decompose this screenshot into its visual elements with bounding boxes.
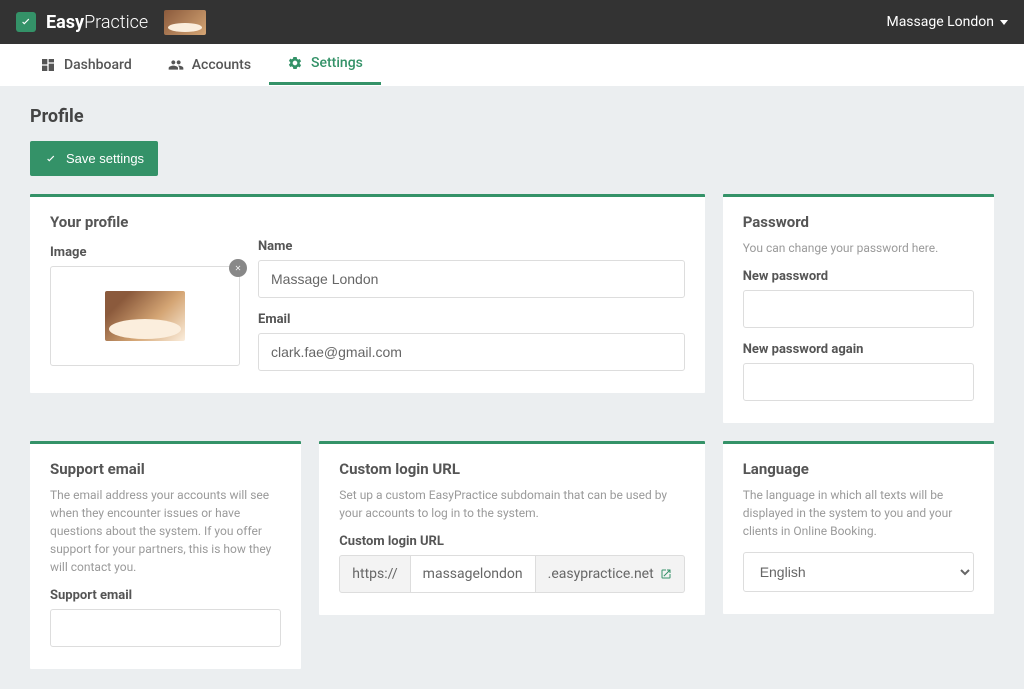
language-panel-desc: The language in which all texts will be …	[743, 486, 974, 540]
nav-dashboard-label: Dashboard	[64, 57, 132, 73]
external-link-icon	[660, 568, 672, 580]
custom-url-panel: Custom login URL Set up a custom EasyPra…	[319, 441, 704, 615]
close-icon	[234, 264, 242, 272]
language-panel-title: Language	[743, 460, 974, 478]
url-panel-title: Custom login URL	[339, 460, 684, 478]
url-input-group: https:// massagelondon .easypractice.net	[339, 555, 684, 593]
url-protocol: https://	[339, 555, 410, 593]
password-panel-title: Password	[743, 213, 974, 231]
brand-logo-icon	[16, 12, 36, 32]
profile-panel-title: Your profile	[50, 213, 685, 231]
image-label: Image	[50, 245, 240, 260]
gear-icon	[287, 55, 303, 71]
brand-profile-thumb	[164, 10, 206, 35]
save-settings-button[interactable]: Save settings	[30, 141, 158, 176]
password-panel-desc: You can change your password here.	[743, 239, 974, 257]
nav-settings-label: Settings	[311, 55, 363, 71]
nav-accounts-label: Accounts	[192, 57, 251, 73]
support-email-label: Support email	[50, 588, 281, 603]
email-label: Email	[258, 312, 685, 327]
url-subdomain-input[interactable]: massagelondon	[411, 555, 536, 593]
support-panel-desc: The email address your accounts will see…	[50, 486, 281, 576]
brand: EasyPractice	[16, 10, 206, 35]
language-panel: Language The language in which all texts…	[723, 441, 994, 614]
brand-name: EasyPractice	[46, 12, 148, 33]
new-password-again-label: New password again	[743, 342, 974, 357]
panel-grid: Your profile Image Name Email	[30, 194, 994, 669]
nav-dashboard[interactable]: Dashboard	[22, 44, 150, 85]
profile-image-thumb	[105, 291, 185, 341]
custom-url-label: Custom login URL	[339, 534, 684, 549]
navbar: Dashboard Accounts Settings	[0, 44, 1024, 86]
language-select[interactable]: English	[743, 552, 974, 592]
page: Profile Save settings Your profile Image	[0, 86, 1024, 689]
support-panel: Support email The email address your acc…	[30, 441, 301, 669]
url-domain[interactable]: .easypractice.net	[536, 555, 685, 593]
url-panel-desc: Set up a custom EasyPractice subdomain t…	[339, 486, 684, 522]
account-name: Massage London	[886, 14, 994, 30]
name-input[interactable]	[258, 260, 685, 298]
topbar: EasyPractice Massage London	[0, 0, 1024, 44]
check-icon	[44, 152, 58, 166]
profile-image-box[interactable]	[50, 266, 240, 366]
support-email-input[interactable]	[50, 609, 281, 647]
account-dropdown[interactable]: Massage London	[886, 14, 1008, 30]
name-label: Name	[258, 239, 685, 254]
password-panel: Password You can change your password he…	[723, 194, 994, 423]
save-button-label: Save settings	[66, 151, 144, 166]
new-password-input[interactable]	[743, 290, 974, 328]
page-title: Profile	[30, 106, 994, 127]
new-password-label: New password	[743, 269, 974, 284]
remove-image-button[interactable]	[229, 259, 247, 277]
email-input[interactable]	[258, 333, 685, 371]
nav-accounts[interactable]: Accounts	[150, 44, 269, 85]
chevron-down-icon	[1000, 20, 1008, 25]
dashboard-icon	[40, 57, 56, 73]
accounts-icon	[168, 57, 184, 73]
new-password-again-input[interactable]	[743, 363, 974, 401]
profile-panel: Your profile Image Name Email	[30, 194, 705, 393]
support-panel-title: Support email	[50, 460, 281, 478]
nav-settings[interactable]: Settings	[269, 44, 381, 85]
